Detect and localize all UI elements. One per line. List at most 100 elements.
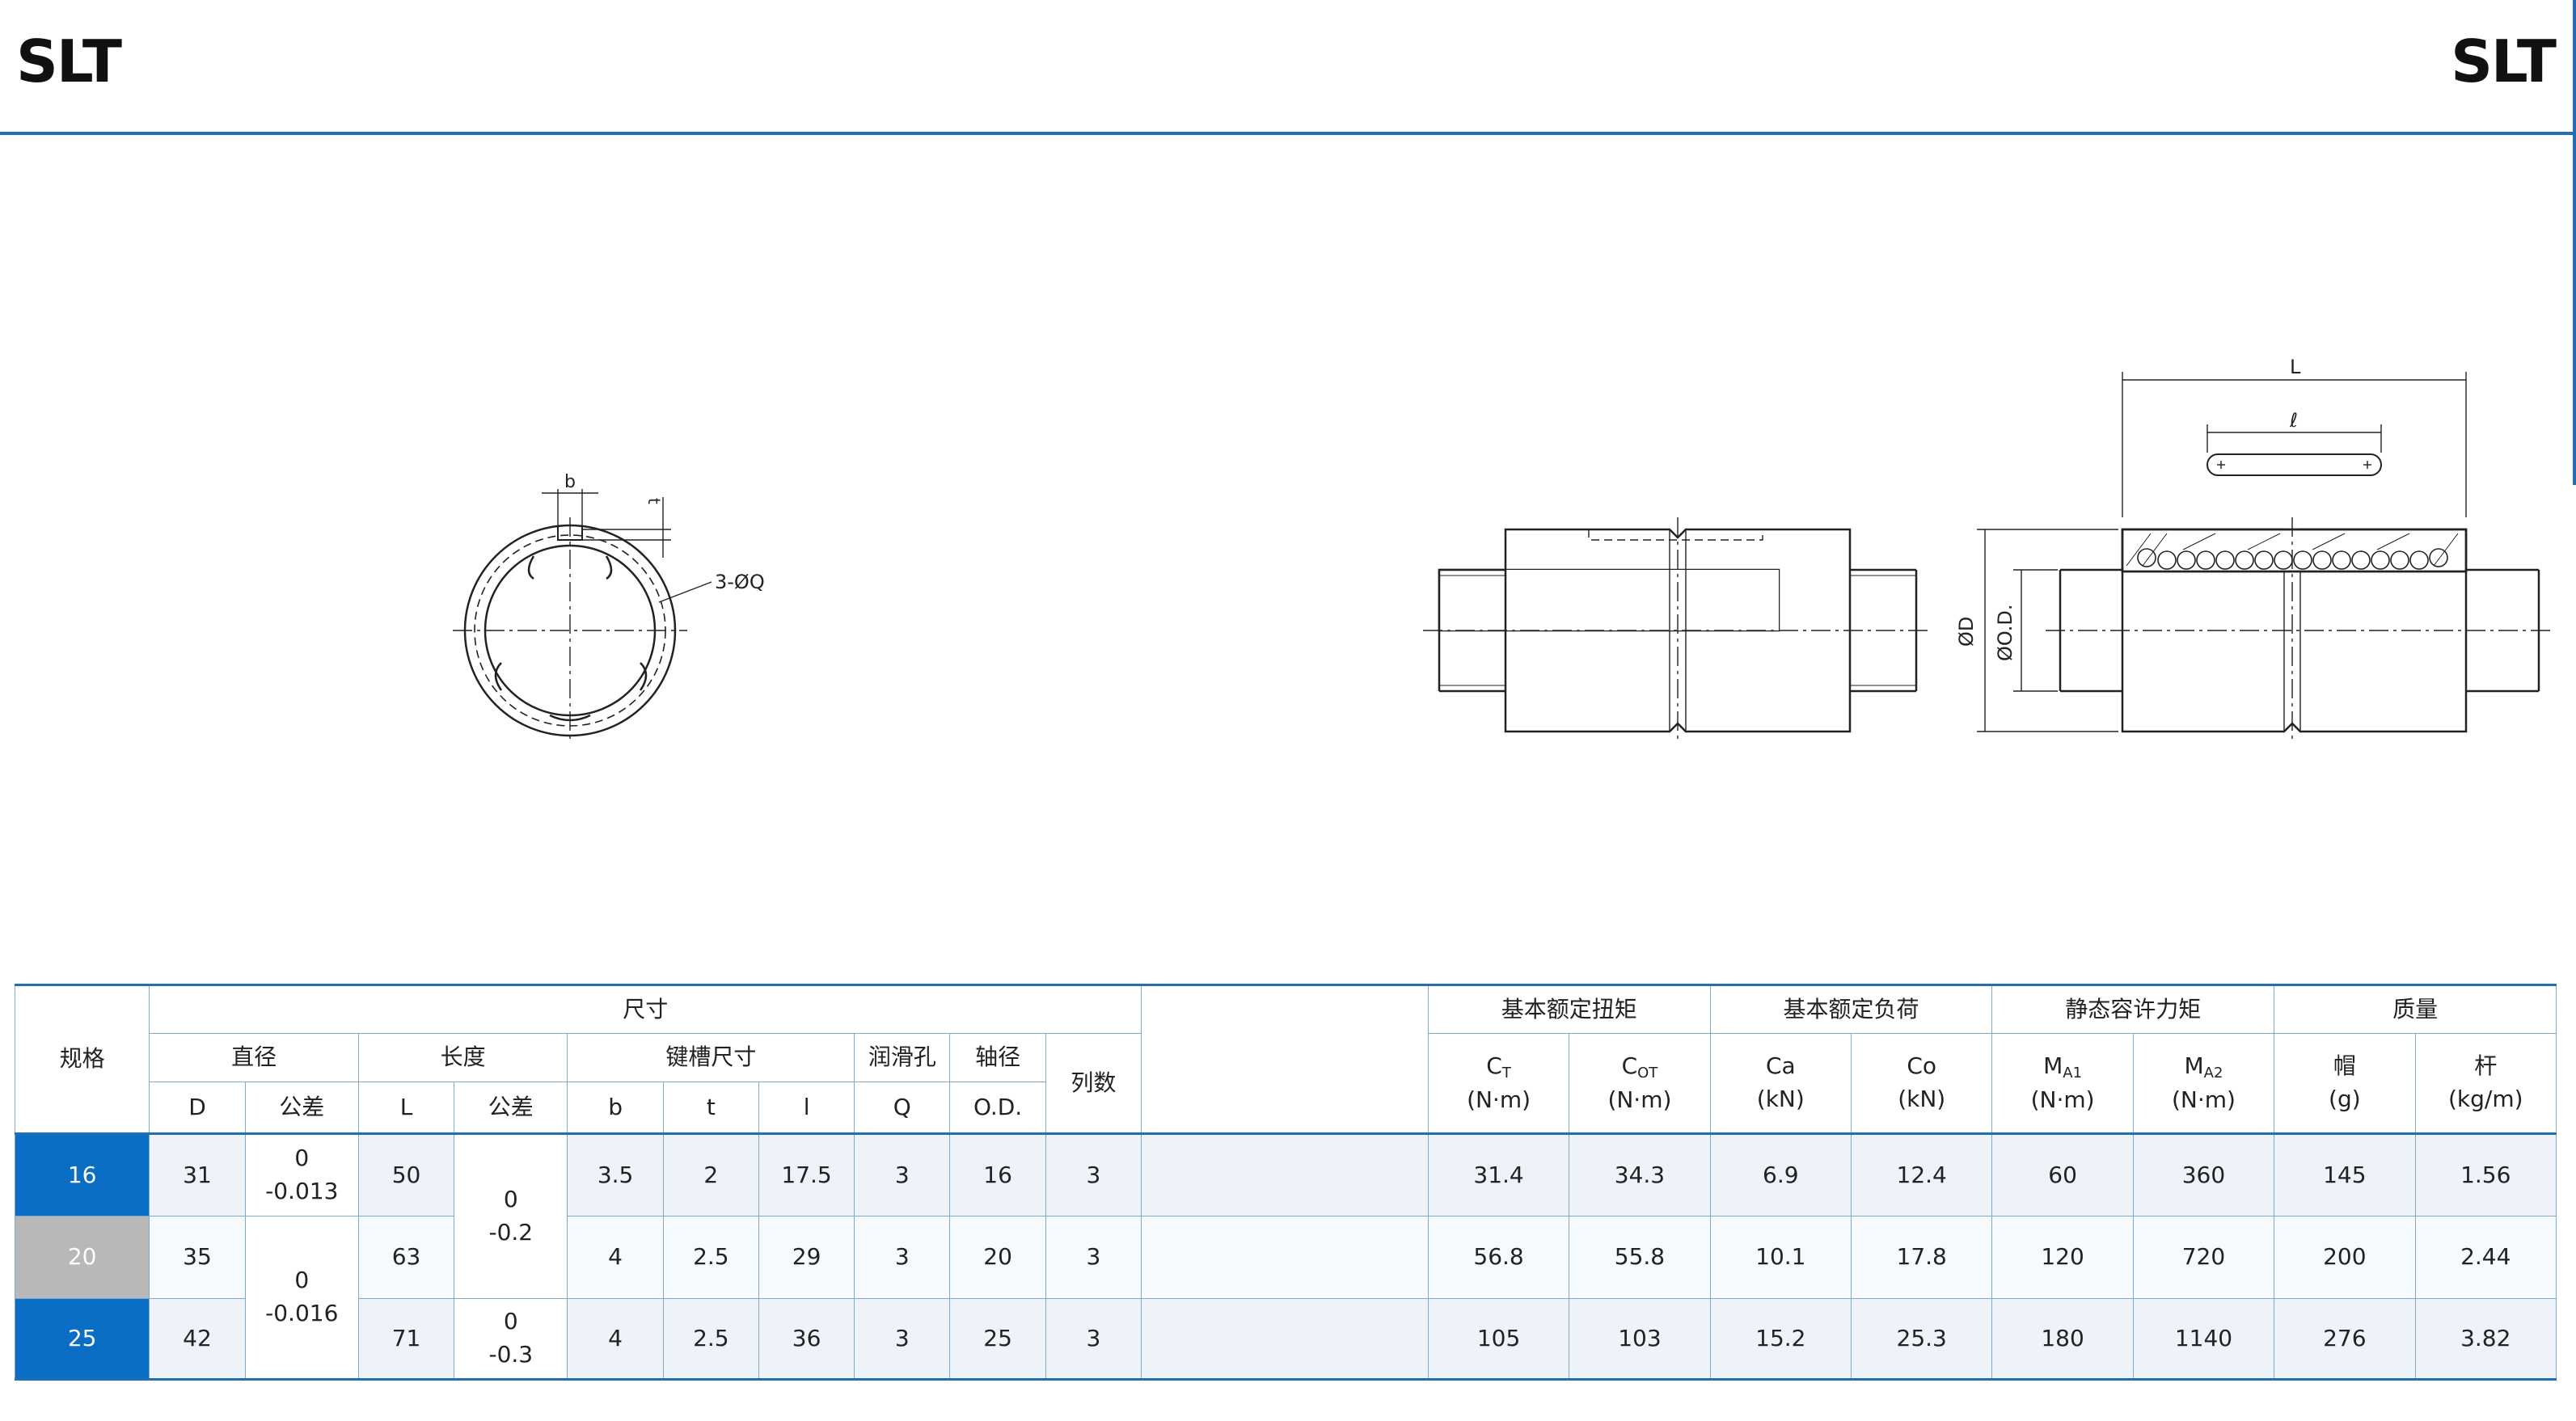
cell-rows: 3 xyxy=(1045,1216,1142,1299)
cell-cap: 200 xyxy=(2274,1216,2416,1299)
cell-blank xyxy=(1141,1132,1429,1216)
cell-L: 50 xyxy=(357,1132,455,1216)
cell-Ca: 10.1 xyxy=(1709,1216,1852,1299)
cell-OD: 20 xyxy=(949,1216,1046,1299)
col-torque: 基本额定扭矩 xyxy=(1427,984,1711,1034)
cell-Q: 3 xyxy=(854,1298,951,1380)
col-L: L xyxy=(357,1082,455,1134)
label-b: b xyxy=(564,472,576,492)
label-t: t xyxy=(644,498,664,504)
col-ca: Ca (kN) xyxy=(1709,1033,1852,1134)
cell-L-tol-merged: 0 -0.2 xyxy=(454,1132,568,1299)
cell-cap: 145 xyxy=(2274,1132,2416,1216)
col-spec: 规格 xyxy=(14,984,150,1134)
label-L: L xyxy=(2290,356,2301,378)
cell-b: 3.5 xyxy=(567,1132,664,1216)
cell-t: 2.5 xyxy=(662,1298,759,1380)
cell-cap: 276 xyxy=(2274,1298,2416,1380)
cell-CT: 31.4 xyxy=(1427,1132,1570,1216)
cell-D-tol: 0 -0.013 xyxy=(244,1132,359,1216)
col-keyway: 键槽尺寸 xyxy=(567,1033,855,1082)
label-l: ℓ xyxy=(2289,409,2298,432)
cell-Co: 25.3 xyxy=(1850,1298,1993,1380)
spec-cell: 20 xyxy=(14,1216,150,1299)
col-moment: 静态容许力矩 xyxy=(1991,984,2275,1034)
cell-b: 4 xyxy=(567,1298,664,1380)
col-D: D xyxy=(149,1082,246,1134)
cell-OD: 16 xyxy=(949,1132,1046,1216)
cell-Q: 3 xyxy=(854,1216,951,1299)
col-co: Co (kN) xyxy=(1850,1033,1993,1134)
cell-MA2: 720 xyxy=(2132,1216,2275,1299)
col-blank-head xyxy=(1141,984,1429,1134)
cell-OD: 25 xyxy=(949,1298,1046,1380)
cell-l: 17.5 xyxy=(758,1132,855,1216)
label-D: ØD xyxy=(1955,617,1978,647)
col-dims: 尺寸 xyxy=(149,984,1142,1034)
col-D-tol: 公差 xyxy=(244,1082,359,1134)
cell-COT: 34.3 xyxy=(1569,1132,1711,1216)
technical-drawing: b t 3-ØQ L ℓ ØD ØO.D. xyxy=(453,356,2555,744)
cell-L: 71 xyxy=(357,1298,455,1380)
cell-t: 2 xyxy=(662,1132,759,1216)
spec-table: 规格 尺寸 基本额定扭矩 基本额定负荷 静态容许力矩 质量 直径 长度 键槽尺寸… xyxy=(14,984,2557,1381)
col-mass: 质量 xyxy=(2274,984,2557,1034)
cell-rows: 3 xyxy=(1045,1298,1142,1380)
cell-blank xyxy=(1141,1298,1429,1380)
col-l: l xyxy=(758,1082,855,1134)
cell-l: 29 xyxy=(758,1216,855,1299)
cell-CT: 105 xyxy=(1427,1298,1570,1380)
label-OD: ØO.D. xyxy=(1994,604,2016,661)
cell-MA1: 180 xyxy=(1991,1298,2134,1380)
col-L-tol: 公差 xyxy=(454,1082,568,1134)
col-rod: 杆 (kg/m) xyxy=(2414,1033,2557,1134)
col-OD: O.D. xyxy=(949,1082,1046,1134)
col-ma2: MA2 (N·m) xyxy=(2132,1033,2275,1134)
label-q: 3-ØQ xyxy=(715,571,765,593)
cell-MA1: 60 xyxy=(1991,1132,2134,1216)
cell-b: 4 xyxy=(567,1216,664,1299)
cell-rod: 3.82 xyxy=(2414,1298,2557,1380)
cell-rows: 3 xyxy=(1045,1132,1142,1216)
col-diameter: 直径 xyxy=(149,1033,359,1082)
col-length: 长度 xyxy=(357,1033,568,1082)
cell-D: 35 xyxy=(149,1216,246,1299)
cell-l: 36 xyxy=(758,1298,855,1380)
cell-MA2: 1140 xyxy=(2132,1298,2275,1380)
col-ma1: MA1 (N·m) xyxy=(1991,1033,2134,1134)
col-cap: 帽 (g) xyxy=(2274,1033,2416,1134)
col-shaft: 轴径 xyxy=(949,1033,1046,1082)
cell-blank xyxy=(1141,1216,1429,1299)
cell-Co: 12.4 xyxy=(1850,1132,1993,1216)
table-row: 16 31 0 -0.013 50 0 -0.2 3.5 2 17.5 3 16 3… xyxy=(14,1132,2557,1299)
cell-L-tol: 0 -0.3 xyxy=(454,1298,568,1380)
table-row: 25 42 71 0 -0.3 4 2.5 36 3 25 3 105 103 1… xyxy=(14,1298,2557,1380)
col-load: 基本额定负荷 xyxy=(1709,984,1993,1034)
cell-rod: 1.56 xyxy=(2414,1132,2557,1216)
cell-COT: 103 xyxy=(1569,1298,1711,1380)
side-view xyxy=(1977,372,2555,744)
cell-Ca: 15.2 xyxy=(1709,1298,1852,1380)
cell-Ca: 6.9 xyxy=(1709,1132,1852,1216)
cell-D: 31 xyxy=(149,1132,246,1216)
col-cot: COT (N·m) xyxy=(1569,1033,1711,1134)
cell-COT: 55.8 xyxy=(1569,1216,1711,1299)
spec-cell: 16 xyxy=(14,1132,150,1216)
cell-L: 63 xyxy=(357,1216,455,1299)
col-b: b xyxy=(567,1082,664,1134)
cell-t: 2.5 xyxy=(662,1216,759,1299)
cell-Q: 3 xyxy=(854,1132,951,1216)
col-t: t xyxy=(662,1082,759,1134)
cell-D: 42 xyxy=(149,1298,246,1380)
col-rows: 列数 xyxy=(1045,1033,1142,1134)
spec-cell: 25 xyxy=(14,1298,150,1380)
cell-MA1: 120 xyxy=(1991,1216,2134,1299)
cell-Co: 17.8 xyxy=(1850,1216,1993,1299)
col-ct: CT (N·m) xyxy=(1427,1033,1570,1134)
cell-D-tol-merged: 0 -0.016 xyxy=(244,1216,359,1380)
cell-MA2: 360 xyxy=(2132,1132,2275,1216)
cross-section-view xyxy=(453,489,712,744)
cell-rod: 2.44 xyxy=(2414,1216,2557,1299)
front-view xyxy=(1423,517,1932,744)
table-row: 20 35 0 -0.016 63 4 2.5 29 3 20 3 56.8 55… xyxy=(14,1216,2557,1380)
